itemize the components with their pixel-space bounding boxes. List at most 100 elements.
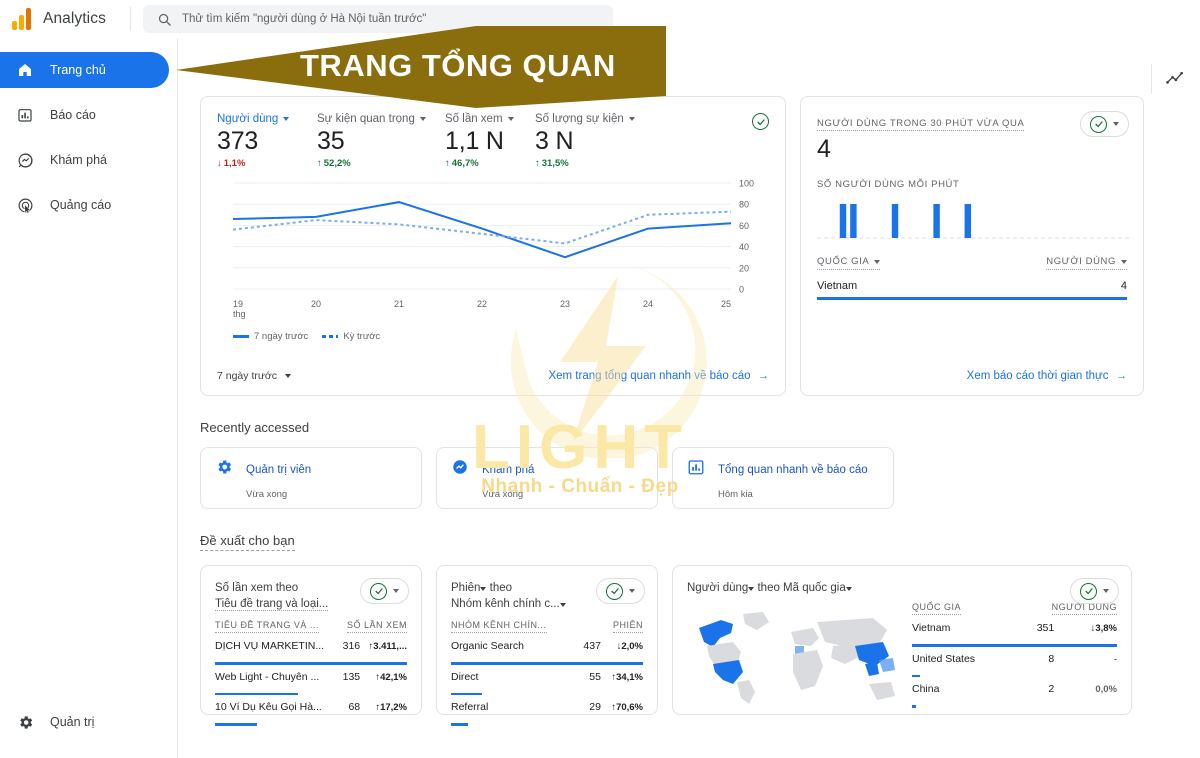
- sidebar-item-trang-chu[interactable]: Trang chủ: [0, 52, 169, 88]
- metric-label-wrap[interactable]: Người dùng: [217, 113, 317, 125]
- metric-value: 3 N: [535, 127, 574, 155]
- table-row[interactable]: China 2 0,0%: [912, 677, 1117, 695]
- metrics-strip: Người dùng 373 ↓ 1,1% Sự kiện quan trọng: [217, 113, 769, 169]
- sidebar-item-label: Báo cáo: [50, 108, 96, 122]
- metric-delta-value: 1,1%: [223, 158, 246, 169]
- card-heading[interactable]: Số lần xem theo Tiêu đề trang và loại...: [215, 580, 365, 612]
- col-channel[interactable]: NHÓM KÊNH CHÍN...: [451, 620, 578, 634]
- main-content: Người dùng 373 ↓ 1,1% Sự kiện quan trọng: [178, 38, 1200, 758]
- item-sub: Hôm kia: [718, 489, 753, 500]
- sidebar-item-label: Quản trị: [50, 715, 95, 729]
- metric-label-wrap[interactable]: Số lần xem: [445, 113, 535, 125]
- date-range-selector[interactable]: 7 ngày trước: [217, 370, 292, 382]
- table-row-bar: [215, 652, 407, 665]
- check-circle-icon: [370, 582, 387, 600]
- recently-accessed-item-explore[interactable]: Khám phá Vừa xong: [436, 447, 658, 509]
- metric-so-luong-su-kien[interactable]: Số lượng sự kiện 3 N ↑ 31,5%: [535, 113, 655, 169]
- heading-dimension: theo Mã quốc gia: [757, 582, 846, 594]
- sparkline-insights-icon[interactable]: [1158, 62, 1192, 96]
- row-name: Web Light - Chuyên ...: [215, 670, 320, 683]
- suggestion-card-countries: Người dùng theo Mã quốc gia QUỐC GIA NGƯ…: [672, 565, 1132, 715]
- table-row[interactable]: 10 Ví Dụ Kêu Gọi Hà... 68 ↑17,2%: [215, 695, 407, 713]
- realtime-table-row: Vietnam 4: [817, 280, 1127, 300]
- pageviews-table: TIÊU ĐỀ TRANG VÀ ... SỐ LẦN XEM DỊCH VỤ …: [215, 620, 407, 726]
- realtime-col-users[interactable]: NGƯỜI DÙNG: [1046, 256, 1127, 270]
- heading-metric: Phiên: [451, 582, 481, 594]
- overview-card-footer: 7 ngày trước Xem trang tổng quan nhanh v…: [201, 357, 785, 395]
- status-pill[interactable]: [1070, 578, 1119, 604]
- card-heading[interactable]: Người dùng theo Mã quốc gia: [687, 580, 1017, 596]
- sidebar-item-label: Trang chủ: [50, 63, 106, 77]
- svg-text:21: 21: [394, 299, 404, 309]
- table-row-bar: [215, 683, 407, 695]
- svg-text:0: 0: [739, 285, 744, 295]
- card-status-control[interactable]: [596, 578, 645, 604]
- row-delta: ↑34,1%: [611, 671, 643, 683]
- realtime-title: NGƯỜI DÙNG TRONG 30 PHÚT VỪA QUA: [817, 118, 1025, 131]
- sidebar-item-quan-tri[interactable]: Quản trị: [0, 704, 169, 740]
- users-per-minute-chart[interactable]: [817, 198, 1129, 244]
- gear-icon: [16, 713, 34, 731]
- svg-text:23: 23: [560, 299, 570, 309]
- card-status-control[interactable]: [1070, 578, 1119, 604]
- brand[interactable]: Analytics: [0, 8, 128, 30]
- card-heading[interactable]: Phiên theo Nhóm kênh chính c...: [451, 580, 601, 612]
- table-row[interactable]: Direct 55 ↑34,1%: [451, 665, 643, 683]
- metric-su-kien-quan-trong[interactable]: Sự kiện quan trọng 35 ↑ 52,2%: [317, 113, 445, 169]
- suggestions-title-wrap: Đề xuất cho bạn: [178, 533, 1200, 551]
- table-row[interactable]: Organic Search 437 ↓2,0%: [451, 634, 643, 652]
- table-row[interactable]: Vietnam 351 ↓3,8%: [912, 616, 1117, 634]
- table-row[interactable]: Referral 29 ↑70,6%: [451, 695, 643, 713]
- row-bar: [817, 297, 1127, 300]
- table-row[interactable]: Web Light - Chuyên ... 135 ↑42,1%: [215, 665, 407, 683]
- users-trend-chart[interactable]: 0 20 40 60 80 100 19 20 21 22 23 24 25 thg: [217, 177, 769, 327]
- recently-accessed-title: Recently accessed: [200, 420, 310, 435]
- table-header-row: QUỐC GIA NGƯỜI DÙNG: [912, 602, 1117, 616]
- col-country[interactable]: QUỐC GIA: [912, 602, 1013, 616]
- col-users[interactable]: NGƯỜI DÙNG: [1013, 602, 1117, 616]
- col-page-title[interactable]: TIÊU ĐỀ TRANG VÀ ...: [215, 620, 339, 634]
- metric-label-wrap[interactable]: Sự kiện quan trọng: [317, 113, 445, 125]
- check-circle-icon: [752, 113, 769, 130]
- sidebar-bottom: Quản trị: [0, 704, 177, 740]
- table-row[interactable]: United States 8 -: [912, 647, 1117, 665]
- metric-value: 35: [317, 127, 345, 155]
- row-delta: ↑17,2%: [375, 702, 407, 713]
- recently-accessed-item-report-snapshot[interactable]: Tổng quan nhanh về báo cáo Hôm kia: [672, 447, 894, 509]
- item-label: Quản trị viên: [246, 463, 312, 476]
- world-map[interactable]: [687, 602, 902, 712]
- overview-report-link[interactable]: Xem trang tổng quan nhanh về báo cáo →: [548, 370, 769, 382]
- explore-icon: [451, 458, 469, 481]
- sidebar-item-kham-pha[interactable]: Khám phá: [0, 142, 169, 178]
- realtime-status-control[interactable]: [1080, 111, 1129, 137]
- sidebar-item-quang-cao[interactable]: Quảng cáo: [0, 187, 169, 223]
- col-views[interactable]: SỐ LẦN XEM: [339, 620, 407, 634]
- divider: [130, 7, 131, 31]
- metric-label-wrap[interactable]: Số lượng sự kiện: [535, 113, 655, 125]
- realtime-card-footer: Xem báo cáo thời gian thực →: [801, 357, 1143, 395]
- realtime-col-country[interactable]: QUỐC GIA: [817, 256, 881, 270]
- sidebar-item-bao-cao[interactable]: Báo cáo: [0, 97, 169, 133]
- table-row[interactable]: DỊCH VỤ MARKETIN... 316 ↑3.411,...: [215, 634, 407, 652]
- svg-text:22: 22: [477, 299, 487, 309]
- status-pill[interactable]: [1080, 111, 1129, 137]
- realtime-report-link[interactable]: Xem báo cáo thời gian thực →: [967, 370, 1127, 382]
- metric-so-lan-xem[interactable]: Số lần xem 1,1 N ↑ 46,7%: [445, 113, 535, 169]
- overview-status-badge[interactable]: [752, 113, 769, 130]
- metric-nguoi-dung[interactable]: Người dùng 373 ↓ 1,1%: [217, 113, 317, 169]
- col-sessions[interactable]: PHIÊN: [578, 620, 643, 634]
- status-pill[interactable]: [360, 578, 409, 604]
- metric-delta: ↓ 1,1%: [217, 158, 317, 169]
- row-name: China: [912, 683, 940, 695]
- table-row-bar: [912, 695, 1117, 708]
- sidebar-nav-list: Trang chủ Báo cáo Khám phá Quảng cáo: [0, 38, 177, 223]
- suggestion-card-sessions: Phiên theo Nhóm kênh chính c... NHÓM KÊN…: [436, 565, 658, 726]
- row-country: Vietnam: [817, 280, 858, 292]
- card-status-control[interactable]: [360, 578, 409, 604]
- table-header-row: NHÓM KÊNH CHÍN... PHIÊN: [451, 620, 643, 634]
- realtime-table-header: QUỐC GIA NGƯỜI DÙNG: [817, 256, 1127, 270]
- recently-accessed-item-admin[interactable]: Quản trị viên Vừa xong: [200, 447, 422, 509]
- row-value: 135: [342, 670, 361, 683]
- item-label: Khám phá: [482, 463, 535, 476]
- status-pill[interactable]: [596, 578, 645, 604]
